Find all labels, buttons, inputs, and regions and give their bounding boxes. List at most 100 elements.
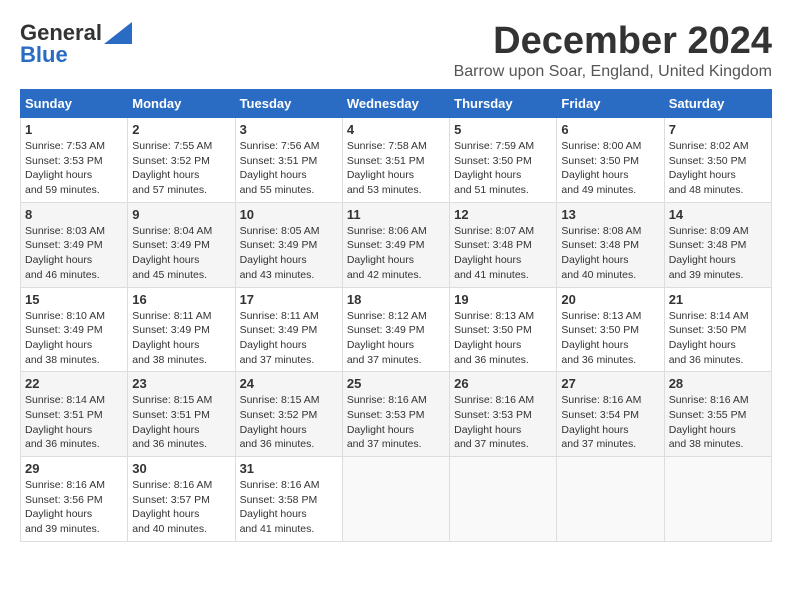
day-info: Sunrise: 8:11 AM Sunset: 3:49 PM Dayligh… (240, 309, 338, 368)
calendar-day-cell: 19 Sunrise: 8:13 AM Sunset: 3:50 PM Dayl… (450, 287, 557, 372)
day-info: Sunrise: 8:15 AM Sunset: 3:51 PM Dayligh… (132, 393, 230, 452)
day-number: 25 (347, 376, 445, 391)
col-sunday: Sunday (21, 90, 128, 118)
calendar-day-cell: 15 Sunrise: 8:10 AM Sunset: 3:49 PM Dayl… (21, 287, 128, 372)
day-info: Sunrise: 8:14 AM Sunset: 3:50 PM Dayligh… (669, 309, 767, 368)
calendar-day-cell: 28 Sunrise: 8:16 AM Sunset: 3:55 PM Dayl… (664, 372, 771, 457)
day-number: 30 (132, 461, 230, 476)
day-info: Sunrise: 8:12 AM Sunset: 3:49 PM Dayligh… (347, 309, 445, 368)
day-info: Sunrise: 8:16 AM Sunset: 3:57 PM Dayligh… (132, 478, 230, 537)
day-number: 5 (454, 122, 552, 137)
day-info: Sunrise: 8:03 AM Sunset: 3:49 PM Dayligh… (25, 224, 123, 283)
day-info: Sunrise: 7:56 AM Sunset: 3:51 PM Dayligh… (240, 139, 338, 198)
day-number: 11 (347, 207, 445, 222)
day-number: 31 (240, 461, 338, 476)
calendar-day-cell: 23 Sunrise: 8:15 AM Sunset: 3:51 PM Dayl… (128, 372, 235, 457)
calendar-day-cell (557, 457, 664, 542)
day-number: 22 (25, 376, 123, 391)
calendar-day-cell: 4 Sunrise: 7:58 AM Sunset: 3:51 PM Dayli… (342, 118, 449, 203)
calendar-day-cell: 2 Sunrise: 7:55 AM Sunset: 3:52 PM Dayli… (128, 118, 235, 203)
calendar-day-cell: 18 Sunrise: 8:12 AM Sunset: 3:49 PM Dayl… (342, 287, 449, 372)
day-info: Sunrise: 8:07 AM Sunset: 3:48 PM Dayligh… (454, 224, 552, 283)
calendar-week-row: 15 Sunrise: 8:10 AM Sunset: 3:49 PM Dayl… (21, 287, 772, 372)
location-subtitle: Barrow upon Soar, England, United Kingdo… (454, 63, 772, 81)
calendar-day-cell: 8 Sunrise: 8:03 AM Sunset: 3:49 PM Dayli… (21, 202, 128, 287)
page-header: General Blue December 2024 Barrow upon S… (20, 20, 772, 81)
day-number: 2 (132, 122, 230, 137)
calendar-day-cell: 6 Sunrise: 8:00 AM Sunset: 3:50 PM Dayli… (557, 118, 664, 203)
day-number: 23 (132, 376, 230, 391)
day-number: 20 (561, 292, 659, 307)
calendar-day-cell (342, 457, 449, 542)
day-number: 3 (240, 122, 338, 137)
calendar-week-row: 29 Sunrise: 8:16 AM Sunset: 3:56 PM Dayl… (21, 457, 772, 542)
day-number: 14 (669, 207, 767, 222)
day-info: Sunrise: 8:02 AM Sunset: 3:50 PM Dayligh… (669, 139, 767, 198)
day-info: Sunrise: 7:58 AM Sunset: 3:51 PM Dayligh… (347, 139, 445, 198)
col-friday: Friday (557, 90, 664, 118)
day-info: Sunrise: 8:04 AM Sunset: 3:49 PM Dayligh… (132, 224, 230, 283)
header-row: Sunday Monday Tuesday Wednesday Thursday… (21, 90, 772, 118)
day-number: 27 (561, 376, 659, 391)
calendar-day-cell: 24 Sunrise: 8:15 AM Sunset: 3:52 PM Dayl… (235, 372, 342, 457)
calendar-day-cell: 26 Sunrise: 8:16 AM Sunset: 3:53 PM Dayl… (450, 372, 557, 457)
day-info: Sunrise: 7:59 AM Sunset: 3:50 PM Dayligh… (454, 139, 552, 198)
logo-text-blue: Blue (20, 42, 68, 68)
calendar-table: Sunday Monday Tuesday Wednesday Thursday… (20, 89, 772, 542)
calendar-day-cell: 30 Sunrise: 8:16 AM Sunset: 3:57 PM Dayl… (128, 457, 235, 542)
day-info: Sunrise: 8:16 AM Sunset: 3:58 PM Dayligh… (240, 478, 338, 537)
calendar-day-cell: 17 Sunrise: 8:11 AM Sunset: 3:49 PM Dayl… (235, 287, 342, 372)
day-info: Sunrise: 8:16 AM Sunset: 3:53 PM Dayligh… (347, 393, 445, 452)
day-info: Sunrise: 8:11 AM Sunset: 3:49 PM Dayligh… (132, 309, 230, 368)
day-info: Sunrise: 8:16 AM Sunset: 3:54 PM Dayligh… (561, 393, 659, 452)
logo: General Blue (20, 20, 132, 68)
day-info: Sunrise: 8:13 AM Sunset: 3:50 PM Dayligh… (561, 309, 659, 368)
day-number: 29 (25, 461, 123, 476)
calendar-day-cell: 13 Sunrise: 8:08 AM Sunset: 3:48 PM Dayl… (557, 202, 664, 287)
day-info: Sunrise: 7:53 AM Sunset: 3:53 PM Dayligh… (25, 139, 123, 198)
col-monday: Monday (128, 90, 235, 118)
calendar-day-cell: 1 Sunrise: 7:53 AM Sunset: 3:53 PM Dayli… (21, 118, 128, 203)
day-number: 24 (240, 376, 338, 391)
day-number: 12 (454, 207, 552, 222)
day-info: Sunrise: 8:14 AM Sunset: 3:51 PM Dayligh… (25, 393, 123, 452)
calendar-day-cell: 10 Sunrise: 8:05 AM Sunset: 3:49 PM Dayl… (235, 202, 342, 287)
calendar-day-cell: 20 Sunrise: 8:13 AM Sunset: 3:50 PM Dayl… (557, 287, 664, 372)
calendar-week-row: 1 Sunrise: 7:53 AM Sunset: 3:53 PM Dayli… (21, 118, 772, 203)
col-thursday: Thursday (450, 90, 557, 118)
calendar-day-cell: 7 Sunrise: 8:02 AM Sunset: 3:50 PM Dayli… (664, 118, 771, 203)
calendar-day-cell: 5 Sunrise: 7:59 AM Sunset: 3:50 PM Dayli… (450, 118, 557, 203)
month-title: December 2024 (454, 20, 772, 63)
day-info: Sunrise: 8:00 AM Sunset: 3:50 PM Dayligh… (561, 139, 659, 198)
day-number: 28 (669, 376, 767, 391)
day-info: Sunrise: 8:05 AM Sunset: 3:49 PM Dayligh… (240, 224, 338, 283)
calendar-week-row: 8 Sunrise: 8:03 AM Sunset: 3:49 PM Dayli… (21, 202, 772, 287)
day-info: Sunrise: 8:13 AM Sunset: 3:50 PM Dayligh… (454, 309, 552, 368)
title-section: December 2024 Barrow upon Soar, England,… (454, 20, 772, 81)
day-number: 19 (454, 292, 552, 307)
calendar-day-cell: 3 Sunrise: 7:56 AM Sunset: 3:51 PM Dayli… (235, 118, 342, 203)
day-number: 10 (240, 207, 338, 222)
day-info: Sunrise: 8:06 AM Sunset: 3:49 PM Dayligh… (347, 224, 445, 283)
calendar-day-cell: 25 Sunrise: 8:16 AM Sunset: 3:53 PM Dayl… (342, 372, 449, 457)
col-saturday: Saturday (664, 90, 771, 118)
day-number: 13 (561, 207, 659, 222)
day-info: Sunrise: 8:15 AM Sunset: 3:52 PM Dayligh… (240, 393, 338, 452)
day-info: Sunrise: 8:16 AM Sunset: 3:56 PM Dayligh… (25, 478, 123, 537)
day-number: 18 (347, 292, 445, 307)
col-wednesday: Wednesday (342, 90, 449, 118)
day-info: Sunrise: 8:16 AM Sunset: 3:53 PM Dayligh… (454, 393, 552, 452)
day-number: 1 (25, 122, 123, 137)
calendar-day-cell: 31 Sunrise: 8:16 AM Sunset: 3:58 PM Dayl… (235, 457, 342, 542)
col-tuesday: Tuesday (235, 90, 342, 118)
day-info: Sunrise: 8:09 AM Sunset: 3:48 PM Dayligh… (669, 224, 767, 283)
day-info: Sunrise: 8:10 AM Sunset: 3:49 PM Dayligh… (25, 309, 123, 368)
logo-arrow-icon (104, 22, 132, 44)
calendar-day-cell: 27 Sunrise: 8:16 AM Sunset: 3:54 PM Dayl… (557, 372, 664, 457)
calendar-day-cell (450, 457, 557, 542)
day-number: 16 (132, 292, 230, 307)
day-number: 21 (669, 292, 767, 307)
calendar-day-cell: 29 Sunrise: 8:16 AM Sunset: 3:56 PM Dayl… (21, 457, 128, 542)
day-number: 9 (132, 207, 230, 222)
calendar-day-cell: 22 Sunrise: 8:14 AM Sunset: 3:51 PM Dayl… (21, 372, 128, 457)
